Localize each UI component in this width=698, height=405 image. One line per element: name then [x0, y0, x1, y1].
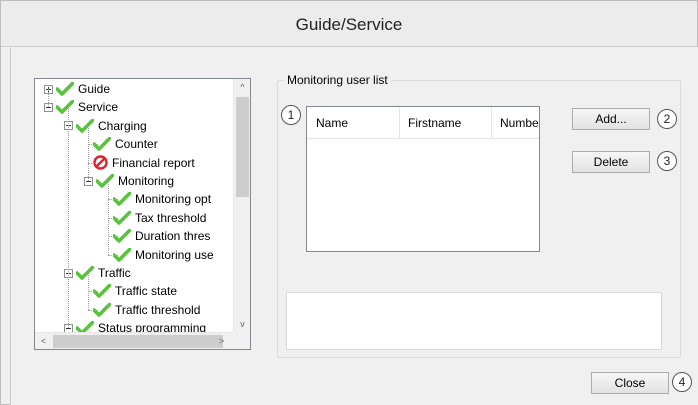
tree-connector-line: [108, 236, 118, 238]
delete-button[interactable]: Delete: [572, 151, 650, 173]
check-icon: [75, 265, 95, 280]
tree-item-label: Monitoring opt: [135, 192, 212, 207]
tree-item-label: Charging: [98, 118, 147, 133]
scroll-right-arrow-icon[interactable]: >: [213, 333, 230, 349]
tree-item-monitoring-opt[interactable]: Monitoring opt: [112, 190, 212, 208]
tree-horizontal-scrollbar[interactable]: < >: [35, 332, 250, 349]
tree-vertical-scrollbar[interactable]: ^ v: [233, 79, 250, 333]
scroll-left-arrow-icon[interactable]: <: [35, 333, 52, 349]
tree-item-traffic-state[interactable]: Traffic state: [92, 282, 178, 300]
tree-item-label: Financial report: [112, 155, 195, 170]
callout-3: 3: [657, 151, 677, 171]
column-header-firstname[interactable]: Firstname: [399, 107, 491, 139]
tree-connector-line: [88, 144, 98, 146]
tree-item-label: Service: [78, 100, 119, 115]
window-title: Guide/Service: [295, 15, 403, 34]
tree-item-label: Traffic threshold: [115, 302, 201, 317]
scroll-up-arrow-icon[interactable]: ^: [234, 79, 250, 96]
tree-item-service[interactable]: Service: [44, 98, 118, 116]
tree-connector-line: [108, 217, 118, 219]
scrollbar-corner: [233, 332, 250, 349]
add-button[interactable]: Add...: [572, 108, 650, 130]
tree-item-traffic-threshold[interactable]: Traffic threshold: [92, 301, 201, 319]
check-icon: [55, 81, 75, 96]
column-header-number[interactable]: Numbe: [491, 107, 539, 139]
tree-item-monitoring[interactable]: Monitoring: [84, 172, 174, 190]
tree-item-label: Traffic: [98, 266, 131, 280]
tree-connector-line: [108, 199, 118, 201]
tree-item-monitoring-use[interactable]: Monitoring use: [112, 246, 214, 264]
check-icon: [95, 173, 115, 188]
tree-item-label: Monitoring use: [135, 247, 214, 262]
tree-item-tax-threshold[interactable]: Tax threshold: [112, 209, 207, 227]
monitoring-user-list[interactable]: Name Firstname Numbe: [306, 106, 540, 252]
callout-4: 4: [672, 372, 692, 392]
tree-connector-line: [88, 162, 98, 164]
list-header: Name Firstname Numbe: [307, 107, 539, 139]
callout-1: 1: [281, 105, 301, 125]
tree-item-label: Traffic state: [115, 284, 178, 299]
tree-item-label: Counter: [115, 137, 158, 152]
tree-item-financial-report[interactable]: Financial report: [93, 154, 195, 172]
tree-item-guide[interactable]: Guide: [44, 80, 110, 98]
tree-connector-line: [68, 107, 69, 329]
tree-connector-line: [88, 125, 89, 181]
tree-item-traffic[interactable]: Traffic: [64, 264, 131, 282]
tree-item-label: Guide: [78, 82, 111, 96]
column-header-name[interactable]: Name: [307, 107, 399, 139]
tree-item-charging[interactable]: Charging: [64, 117, 147, 135]
title-bar[interactable]: Guide/Service: [1, 1, 697, 47]
tree-item-label: Monitoring: [118, 174, 175, 188]
check-icon: [75, 117, 95, 133]
tree-item-label: Tax threshold: [135, 210, 207, 225]
monitoring-user-list-label: Monitoring user list: [284, 73, 391, 87]
scroll-down-arrow-icon[interactable]: v: [234, 316, 250, 333]
tree-vertical-scroll-thumb[interactable]: [236, 97, 249, 197]
check-icon: [55, 99, 75, 115]
tree-item-duration-thres[interactable]: Duration thres: [112, 227, 211, 245]
details-textbox[interactable]: [286, 292, 662, 350]
close-button[interactable]: Close: [591, 372, 669, 394]
tree-connector-line: [108, 254, 118, 256]
tree-item-label: Duration thres: [135, 229, 211, 244]
service-tree-view[interactable]: Status programming Traffic threshold Traff…: [34, 78, 251, 350]
callout-2: 2: [657, 109, 677, 129]
tree-item-counter[interactable]: Counter: [92, 135, 158, 153]
tree-connector-line: [88, 291, 98, 293]
tree-connector-line: [48, 89, 49, 108]
tree-horizontal-scroll-thumb[interactable]: [53, 335, 223, 348]
tree-connector-line: [88, 309, 98, 311]
